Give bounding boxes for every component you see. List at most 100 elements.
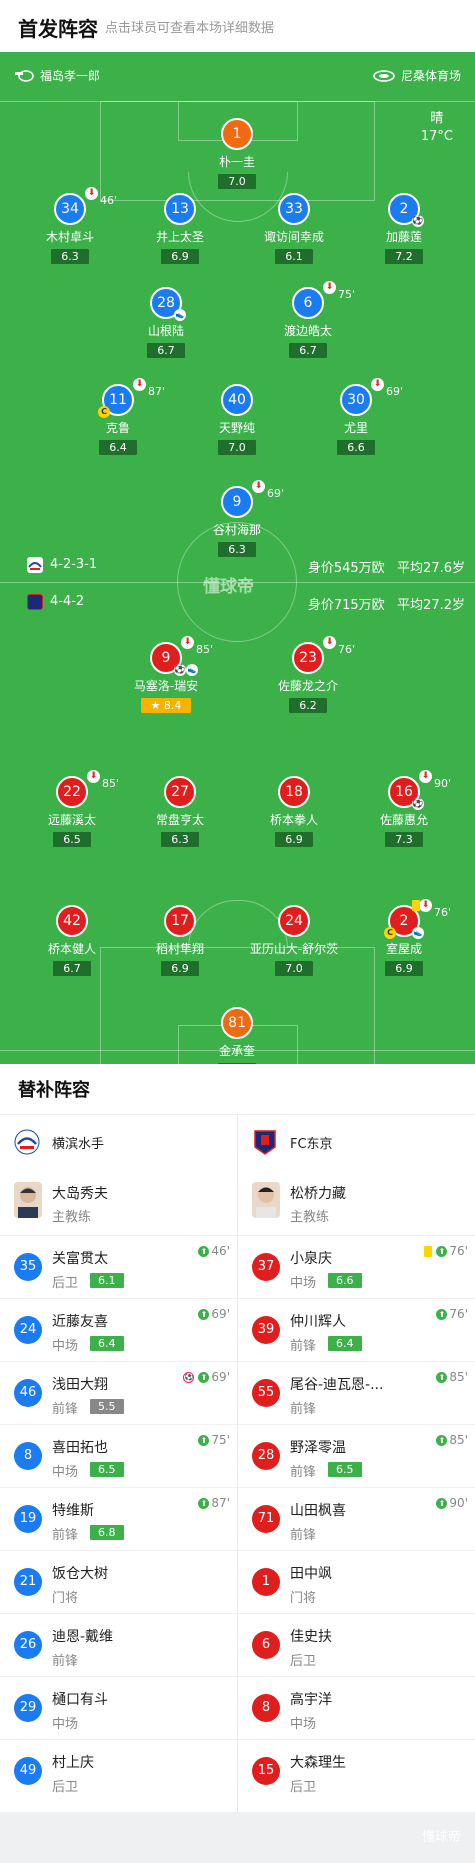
home-coach-role: 主教练 <box>52 1210 92 1225</box>
home-player[interactable]: 2 ⚽ 加藤莲 7.2 <box>349 193 459 264</box>
home-player[interactable]: 34 ⬇ 46' 木村卓斗 6.3 <box>15 187 125 264</box>
home-player[interactable]: 13 井上太圣 6.9 <box>125 193 235 264</box>
away-player[interactable]: 27 常盘亨太 6.3 <box>125 776 235 847</box>
home-player[interactable]: 28 👟 山根陆 6.7 <box>111 287 221 358</box>
sub-on-minute: 85' <box>449 1433 468 1447</box>
stadium-name: 尼桑体育场 <box>400 69 461 83</box>
away-value-age: 身价715万欧 平均27.2岁 <box>308 594 465 613</box>
home-player[interactable]: 30 ⬇ 69' 尤里 6.6 <box>301 378 411 455</box>
sub-player-name: 村上庆 <box>52 1755 94 1771</box>
assist-icon: 👟 <box>412 927 424 939</box>
home-player[interactable]: 1 朴一圭 7.0 <box>182 118 292 189</box>
sub-player-row[interactable]: 26 迪恩-戴维 前锋 <box>0 1613 237 1676</box>
away-player[interactable]: 24 亚历山大-舒尔茨 7.0 <box>239 905 349 976</box>
away-player[interactable]: 16 ⬇ 90' ⚽ 佐藤惠允 7.3 <box>349 770 459 847</box>
home-player[interactable]: 11 ⬇ 87' C 克鲁 6.4 <box>63 378 173 455</box>
sub-on-icon: ⬆ <box>198 1497 210 1509</box>
sub-player-row[interactable]: 21 饭仓大树 门将 <box>0 1550 237 1613</box>
player-number-badge: 11 ⬇ 87' C <box>98 378 165 418</box>
sub-player-row[interactable]: 1 田中飒 门将 <box>238 1550 475 1613</box>
stadium-icon <box>373 69 395 82</box>
sub-player-row[interactable]: 71 山田枫喜 前锋 ⬆ 90' <box>238 1487 475 1550</box>
sub-player-position: 前锋 <box>52 1528 79 1543</box>
player-number-badge: 1 <box>221 118 253 150</box>
away-player[interactable]: 17 稻村隼翔 6.9 <box>125 905 235 976</box>
home-player[interactable]: 33 诹访间幸成 6.1 <box>239 193 349 264</box>
sub-player-number: 55 <box>252 1379 280 1407</box>
away-coach-row[interactable]: 松桥力藏 主教练 <box>238 1169 475 1235</box>
sub-player-row[interactable]: 8 高宇洋 中场 <box>238 1676 475 1739</box>
sub-player-number: 24 <box>14 1316 42 1344</box>
sub-player-row[interactable]: 24 近藤友喜 中场 6.4 ⬆ 69' <box>0 1298 237 1361</box>
player-rating-value: 6.4 <box>109 441 127 454</box>
sub-off-icon: ⬇ <box>252 480 265 493</box>
away-player[interactable]: 22 ⬇ 85' 远藤溪太 6.5 <box>17 770 127 847</box>
sub-player-rating: 6.4 <box>90 1336 124 1351</box>
sub-player-row[interactable]: 37 小泉庆 中场 6.6 ⬆ 76' <box>238 1235 475 1298</box>
away-player[interactable]: 2 ⬇ 76' 👟 C 室屋成 6.9 <box>349 899 459 976</box>
sub-player-row[interactable]: 28 野泽零温 前锋 6.5 ⬆ 85' <box>238 1424 475 1487</box>
sub-minute: 87' <box>148 385 166 398</box>
away-team-row[interactable]: FC东京 <box>238 1115 475 1169</box>
home-coach-row[interactable]: 大岛秀夫 主教练 <box>0 1169 237 1235</box>
player-number: 16 <box>395 784 413 800</box>
home-player[interactable]: 40 天野纯 7.0 <box>182 384 292 455</box>
player-rating: 6.4 <box>99 440 137 455</box>
sub-player-row[interactable]: 19 特维斯 前锋 6.8 ⬆ 87' <box>0 1487 237 1550</box>
player-number: 23 <box>299 650 317 666</box>
player-rating-value: 6.3 <box>61 250 79 263</box>
player-rating-value: 6.9 <box>171 962 189 975</box>
player-rating-value: 7.3 <box>395 833 413 846</box>
player-number-badge: 81 <box>221 1007 253 1039</box>
sub-player-number: 8 <box>252 1694 280 1722</box>
away-player[interactable]: 23 ⬇ 76' 佐藤龙之介 6.2 <box>253 636 363 713</box>
sub-minute: 75' <box>338 288 356 301</box>
sub-player-row[interactable]: 46 浅田大翔 前锋 5.5 ⚽ ⬆ 69' <box>0 1361 237 1424</box>
player-name: 山根陆 <box>147 324 184 338</box>
sub-off-icon: ⬇ <box>85 187 98 200</box>
player-number-badge: 16 ⬇ 90' ⚽ <box>388 770 451 810</box>
sub-player-row[interactable]: 35 关富贯太 后卫 6.1 ⬆ 46' <box>0 1235 237 1298</box>
sub-player-position: 后卫 <box>52 1780 79 1795</box>
player-number-badge: 27 <box>164 776 196 808</box>
sub-player-number: 37 <box>252 1253 280 1281</box>
player-name: 桥本健人 <box>47 942 96 956</box>
player-rating: 6.9 <box>161 961 199 976</box>
sub-player-position: 门将 <box>52 1591 79 1606</box>
sub-on-minute: 90' <box>449 1496 468 1510</box>
sub-minute: 76' <box>434 906 452 919</box>
sub-player-row[interactable]: 8 喜田拓也 中场 6.5 ⬆ 75' <box>0 1424 237 1487</box>
sub-player-number: 6 <box>252 1631 280 1659</box>
sub-on-icon: ⬆ <box>198 1434 210 1446</box>
away-player[interactable]: 42 桥本健人 6.7 <box>17 905 127 976</box>
sub-off-icon: ⬇ <box>323 281 336 294</box>
sub-player-row[interactable]: 29 樋口有斗 中场 <box>0 1676 237 1739</box>
sub-player-number: 21 <box>14 1568 42 1596</box>
player-name: 渡边皓太 <box>283 324 332 338</box>
player-rating: 7.3 <box>385 832 423 847</box>
player-rating: 7.0 <box>218 440 256 455</box>
away-player[interactable]: 81金承奎6.4 <box>182 1007 292 1064</box>
sub-off-icon: ⬇ <box>323 636 336 649</box>
away-player[interactable]: 18 桥本拳人 6.9 <box>239 776 349 847</box>
sub-player-row[interactable]: 39 仲川辉人 前锋 6.4 ⬆ 76' <box>238 1298 475 1361</box>
home-team-row[interactable]: 横滨水手 <box>0 1115 237 1169</box>
home-player[interactable]: 6 ⬇ 75' 渡边皓太 6.7 <box>253 281 363 358</box>
sub-player-row[interactable]: 49 村上庆 后卫 <box>0 1739 237 1802</box>
sub-player-rating: 6.5 <box>328 1462 362 1477</box>
sub-player-row[interactable]: 6 佳史扶 后卫 <box>238 1613 475 1676</box>
player-number: 42 <box>63 913 81 929</box>
sub-on-icon: ⬆ <box>198 1308 210 1320</box>
sub-player-number: 19 <box>14 1505 42 1533</box>
player-rating: 6.7 <box>53 961 91 976</box>
yellow-card-icon <box>412 900 420 911</box>
player-number: 81 <box>228 1015 246 1031</box>
sub-player-rating: 5.5 <box>90 1399 124 1414</box>
away-player[interactable]: 9 ⬇ 85' ⚽ 👟 马塞洛-瑞安 ★ 8.4 <box>111 636 221 713</box>
sub-player-row[interactable]: 15 大森理生 后卫 <box>238 1739 475 1802</box>
home-player[interactable]: 9 ⬇ 69' 谷村海那 6.3 <box>182 480 292 557</box>
yellow-card-icon <box>424 1245 433 1257</box>
sub-minute: 46' <box>100 194 118 207</box>
sub-minute: 69' <box>267 487 285 500</box>
sub-player-row[interactable]: 55 尾谷-迪瓦恩-... 前锋 ⬆ 85' <box>238 1361 475 1424</box>
